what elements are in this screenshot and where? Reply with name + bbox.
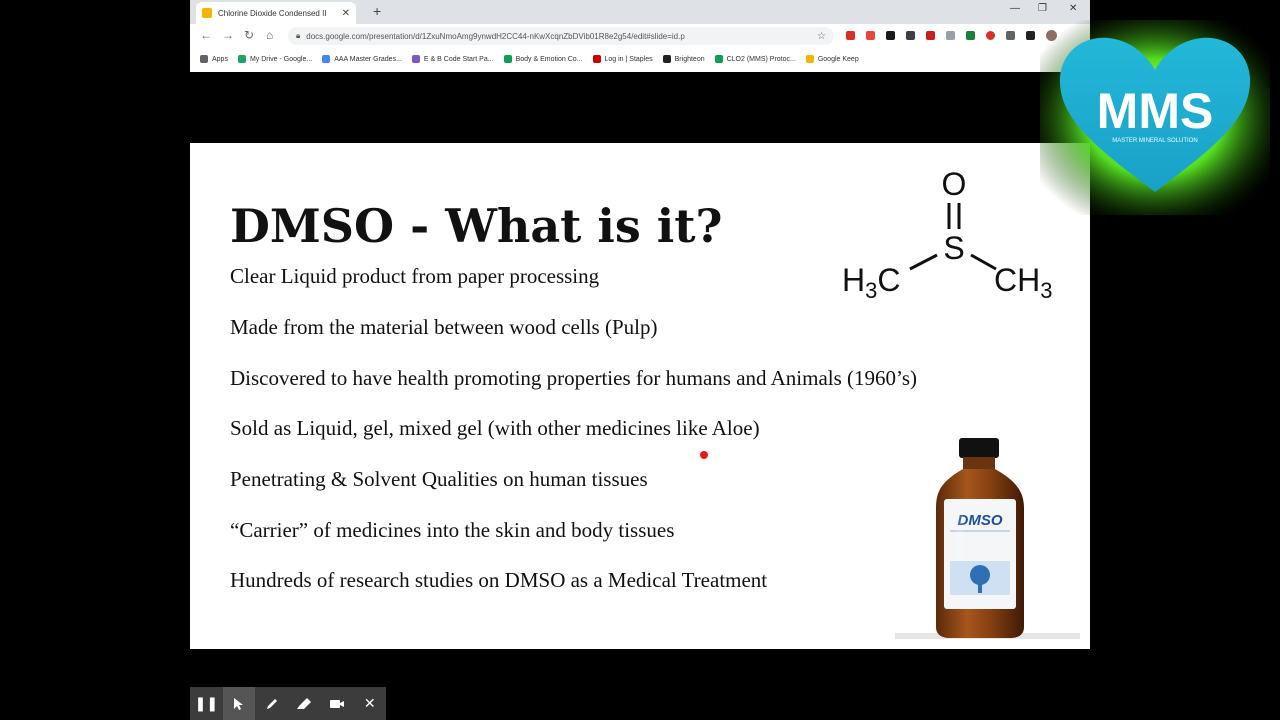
reload-button[interactable]: ↻ <box>244 28 254 42</box>
bookmark-item[interactable]: AAA Master Grades... <box>322 55 402 63</box>
extension-icon[interactable] <box>986 31 995 40</box>
slide-bullet: “Carrier” of medicines into the skin and… <box>230 518 675 542</box>
slide-title: DMSO - What is it? <box>230 199 723 253</box>
bookmark-label: Brighteon <box>674 55 705 63</box>
bookmark-item[interactable]: Body & Emotion Co... <box>503 55 583 63</box>
drive-icon <box>237 55 246 63</box>
bottle-label-text: DMSO <box>958 512 1003 529</box>
window-close-button[interactable]: ✕ <box>1069 3 1077 14</box>
restore-button[interactable]: ❐ <box>1038 3 1047 14</box>
staples-icon <box>592 55 601 63</box>
bookmark-item[interactable]: Apps <box>200 55 228 63</box>
new-tab-button[interactable]: + <box>373 4 381 18</box>
logo-tagline: MASTER MINERAL SOLUTION <box>1112 138 1197 144</box>
lock-icon: 🔒︎ <box>296 31 301 40</box>
dmso-bottle-image: DMSO <box>936 438 1024 638</box>
puzzle-icon[interactable] <box>1026 31 1035 40</box>
bookmark-label: CLO2 (MMS) Protoc... <box>726 55 796 63</box>
slide-bullet: Clear Liquid product from paper processi… <box>230 264 600 288</box>
bookmark-item[interactable]: Google Keep <box>805 55 859 63</box>
slide-bullet: Discovered to have health promoting prop… <box>230 366 918 390</box>
bookmark-label: My Drive - Google... <box>249 55 313 63</box>
bookmark-label: Apps <box>212 55 228 63</box>
slides-favicon-icon <box>202 8 212 18</box>
marker-icon[interactable] <box>288 687 321 720</box>
extension-icon[interactable] <box>906 31 915 40</box>
apps-grid-icon <box>200 55 208 63</box>
extension-icon[interactable] <box>926 31 935 40</box>
bookmarks-bar: Apps My Drive - Google... AAA Master Gra… <box>190 48 1090 70</box>
browser-window: Chlorine Dioxide Condensed II ✕ + — ❐ ✕ … <box>190 0 1090 72</box>
bookmark-item[interactable]: CLO2 (MMS) Protoc... <box>714 55 796 63</box>
bookmark-label: Log in | Staples <box>604 55 653 63</box>
pause-icon[interactable]: ❚❚ <box>190 687 223 720</box>
tab-strip: Chlorine Dioxide Condensed II ✕ + — ❐ ✕ <box>190 0 1090 24</box>
right-methyl-group: CH3 <box>994 262 1052 303</box>
bookmark-label: Google Keep <box>817 55 859 63</box>
logo-text: MMS <box>1097 83 1214 139</box>
bookmark-item[interactable]: Log in | Staples <box>592 55 653 63</box>
tab-title: Chlorine Dioxide Condensed II <box>218 8 327 18</box>
mms-logo: MMS MASTER MINERAL SOLUTION <box>1040 20 1270 215</box>
keep-icon <box>805 55 814 63</box>
url-text: docs.google.com/presentation/d/1ZxuNmoAm… <box>306 31 685 41</box>
minimize-button[interactable]: — <box>1010 3 1020 14</box>
extension-icon[interactable] <box>866 31 875 40</box>
home-button[interactable]: ⌂ <box>266 28 273 42</box>
site-icon <box>411 55 420 63</box>
extension-icon[interactable] <box>966 31 975 40</box>
brighteon-icon <box>662 55 671 63</box>
pen-icon[interactable] <box>255 687 288 720</box>
tab-close-icon[interactable]: ✕ <box>342 8 350 19</box>
forward-button[interactable]: → <box>222 28 234 42</box>
left-methyl-group: H3C <box>842 262 900 303</box>
extension-icon[interactable] <box>1006 31 1015 40</box>
presentation-slide: DMSO - What is it? Clear Liquid product … <box>190 143 1090 649</box>
slide-bullet: Sold as Liquid, gel, mixed gel (with oth… <box>230 416 760 440</box>
extension-icon[interactable] <box>886 31 895 40</box>
bookmark-star-icon[interactable]: ☆ <box>817 31 826 42</box>
bookmark-label: E & B Code Start Pa... <box>423 55 494 63</box>
slide-bullet: Hundreds of research studies on DMSO as … <box>230 568 768 592</box>
extension-icon[interactable] <box>946 31 955 40</box>
sheets-icon <box>503 55 512 63</box>
laser-pointer <box>700 451 708 459</box>
close-icon[interactable]: ✕ <box>353 687 386 720</box>
bookmark-label: AAA Master Grades... <box>334 55 402 63</box>
back-button[interactable]: ← <box>200 28 212 42</box>
camera-icon[interactable] <box>321 687 354 720</box>
bookmark-item[interactable]: Brighteon <box>662 55 705 63</box>
browser-tab[interactable]: Chlorine Dioxide Condensed II ✕ <box>196 2 356 24</box>
address-bar[interactable]: 🔒︎ docs.google.com/presentation/d/1ZxuNm… <box>288 27 834 45</box>
slide-bullet: Made from the material between wood cell… <box>230 315 658 339</box>
sheets-icon <box>714 55 723 63</box>
extension-icon[interactable] <box>846 31 855 40</box>
slide-bullet: Penetrating & Solvent Qualities on human… <box>230 467 648 491</box>
bookmark-label: Body & Emotion Co... <box>515 55 583 63</box>
bookmark-item[interactable]: E & B Code Start Pa... <box>411 55 494 63</box>
bookmark-item[interactable]: My Drive - Google... <box>237 55 313 63</box>
oxygen-atom: O <box>942 166 967 202</box>
presenter-toolbar: ❚❚ ✕ <box>190 687 386 720</box>
docs-icon <box>322 55 331 63</box>
browser-toolbar: ← → ↻ ⌂ 🔒︎ docs.google.com/presentation/… <box>190 24 1090 48</box>
sulfur-atom: S <box>943 230 964 266</box>
cursor-icon[interactable] <box>222 687 256 720</box>
